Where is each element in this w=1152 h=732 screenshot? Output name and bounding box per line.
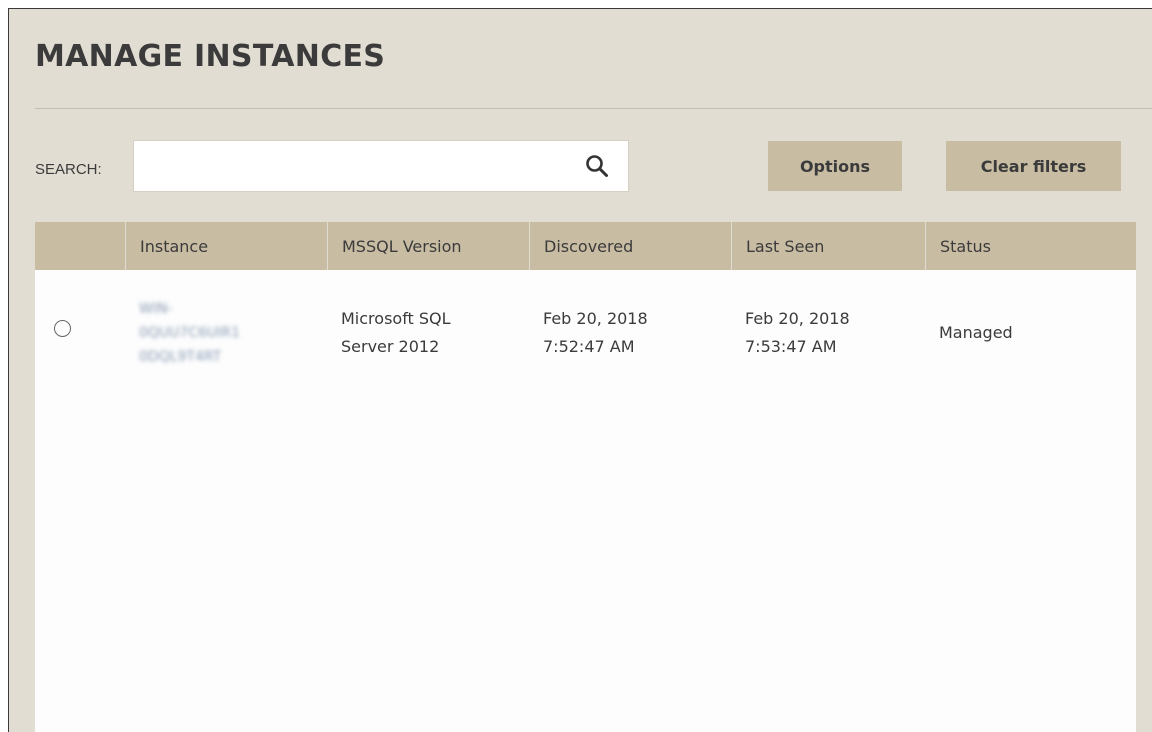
manage-instances-panel: MANAGE INSTANCES SEARCH: Options Clear f… bbox=[8, 8, 1152, 732]
discovered-time: 7:52:47 AM bbox=[543, 337, 635, 356]
search-label: SEARCH: bbox=[35, 161, 102, 178]
instance-cell: WIN- 0QUU7C6UIR1 0DQL9T4RT bbox=[125, 270, 327, 396]
column-header-last-seen[interactable]: Last Seen bbox=[731, 222, 925, 270]
mssql-version-cell: Microsoft SQL Server 2012 bbox=[327, 270, 529, 396]
column-header-instance[interactable]: Instance bbox=[125, 222, 327, 270]
page-title: MANAGE INSTANCES bbox=[35, 39, 386, 74]
last-seen-cell: Feb 20, 2018 7:53:47 AM bbox=[731, 270, 925, 396]
search-input[interactable] bbox=[142, 149, 562, 183]
table-row[interactable]: WIN- 0QUU7C6UIR1 0DQL9T4RT Microsoft SQL… bbox=[35, 270, 1136, 396]
instances-table: Instance MSSQL Version Discovered Last S… bbox=[35, 222, 1136, 732]
version-line-1: Microsoft SQL bbox=[341, 309, 451, 328]
discovered-cell: Feb 20, 2018 7:52:47 AM bbox=[529, 270, 731, 396]
column-header-discovered[interactable]: Discovered bbox=[529, 222, 731, 270]
status-text: Managed bbox=[939, 323, 1013, 342]
search-icon[interactable] bbox=[584, 153, 610, 179]
row-select-cell bbox=[35, 270, 125, 396]
version-line-2: Server 2012 bbox=[341, 337, 440, 356]
column-header-select bbox=[35, 222, 125, 270]
clear-filters-button[interactable]: Clear filters bbox=[946, 141, 1121, 191]
table-header: Instance MSSQL Version Discovered Last S… bbox=[35, 222, 1136, 270]
last-seen-time: 7:53:47 AM bbox=[745, 337, 837, 356]
instance-name: WIN- 0QUU7C6UIR1 0DQL9T4RT bbox=[139, 301, 241, 365]
row-select-radio[interactable] bbox=[54, 320, 71, 337]
discovered-date: Feb 20, 2018 bbox=[543, 309, 648, 328]
search-box bbox=[133, 140, 629, 192]
column-header-mssql-version[interactable]: MSSQL Version bbox=[327, 222, 529, 270]
last-seen-date: Feb 20, 2018 bbox=[745, 309, 850, 328]
status-cell: Managed bbox=[925, 270, 1136, 396]
options-button[interactable]: Options bbox=[768, 141, 902, 191]
column-header-status[interactable]: Status bbox=[925, 222, 1136, 270]
title-divider bbox=[35, 108, 1152, 109]
